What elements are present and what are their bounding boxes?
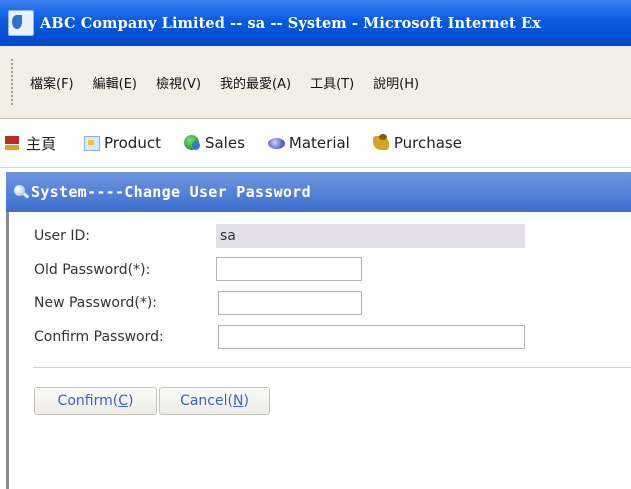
window-title: ABC Company Limited -- sa -- System - Mi… (40, 14, 541, 32)
toolbar-grip[interactable] (11, 59, 16, 105)
frame-left-border (6, 212, 9, 489)
old-password-row: Old Password(*): (34, 262, 150, 278)
nav-item-home[interactable]: 主頁 (4, 133, 56, 154)
nav-item-product[interactable]: Product (82, 134, 161, 152)
nav-item-label: 主頁 (26, 134, 57, 153)
internet-explorer-icon (8, 10, 34, 36)
form-divider (33, 367, 631, 369)
material-icon (267, 134, 287, 152)
nav-item-label: Purchase (393, 134, 462, 152)
page-header: System----Change User Password (6, 172, 631, 212)
new-password-row: New Password(*): (34, 295, 157, 311)
user-id-label: User ID: (34, 228, 90, 244)
confirm-button-key: C (118, 393, 128, 409)
confirm-button-end: ) (127, 393, 134, 409)
nav-item-sales[interactable]: Sales (183, 134, 245, 152)
home-icon (4, 134, 24, 152)
nav-item-label: Product (104, 134, 161, 152)
nav-item-purchase[interactable]: Purchase (372, 134, 462, 152)
confirm-button-text: Confirm( (57, 393, 119, 409)
old-password-field[interactable] (216, 257, 362, 281)
cancel-button-text: Cancel( (180, 393, 233, 409)
module-nav-bar: 主頁 Product Sales Material Purchase (0, 119, 631, 168)
menu-bar: 檔案(F) 編輯(E) 檢視(V) 我的最愛(A) 工具(T) 說明(H) (0, 46, 631, 119)
nav-item-label: Material (288, 134, 350, 152)
old-password-label: Old Password(*): (34, 262, 151, 278)
new-password-label: New Password(*): (34, 295, 158, 311)
cancel-button-end: ) (243, 393, 249, 409)
menu-file[interactable]: 檔案(F) (30, 73, 74, 92)
confirm-password-label: Confirm Password: (34, 329, 164, 345)
user-id-row: User ID: (34, 228, 90, 244)
purchase-icon (372, 134, 392, 152)
cancel-button-key: N (232, 393, 244, 409)
nav-item-material[interactable]: Material (267, 134, 350, 152)
menu-favorites[interactable]: 我的最愛(A) (220, 73, 291, 92)
new-password-field[interactable] (218, 291, 362, 315)
user-id-field (216, 224, 525, 248)
magnifier-icon (14, 184, 30, 200)
confirm-password-row: Confirm Password: (34, 329, 164, 345)
window-title-bar: ABC Company Limited -- sa -- System - Mi… (0, 0, 631, 46)
product-icon (82, 134, 102, 152)
cancel-button[interactable]: Cancel(N) (159, 387, 270, 415)
menu-tools[interactable]: 工具(T) (310, 73, 354, 92)
content-area (9, 212, 631, 489)
confirm-password-field[interactable] (218, 325, 525, 349)
page-title: System----Change User Password (31, 183, 311, 201)
nav-item-label: Sales (204, 134, 245, 152)
confirm-button[interactable]: Confirm(C) (34, 387, 157, 415)
menu-edit[interactable]: 編輯(E) (93, 73, 137, 92)
menu-view[interactable]: 檢視(V) (156, 73, 201, 92)
sales-icon (183, 134, 203, 152)
menu-help[interactable]: 說明(H) (373, 73, 419, 92)
